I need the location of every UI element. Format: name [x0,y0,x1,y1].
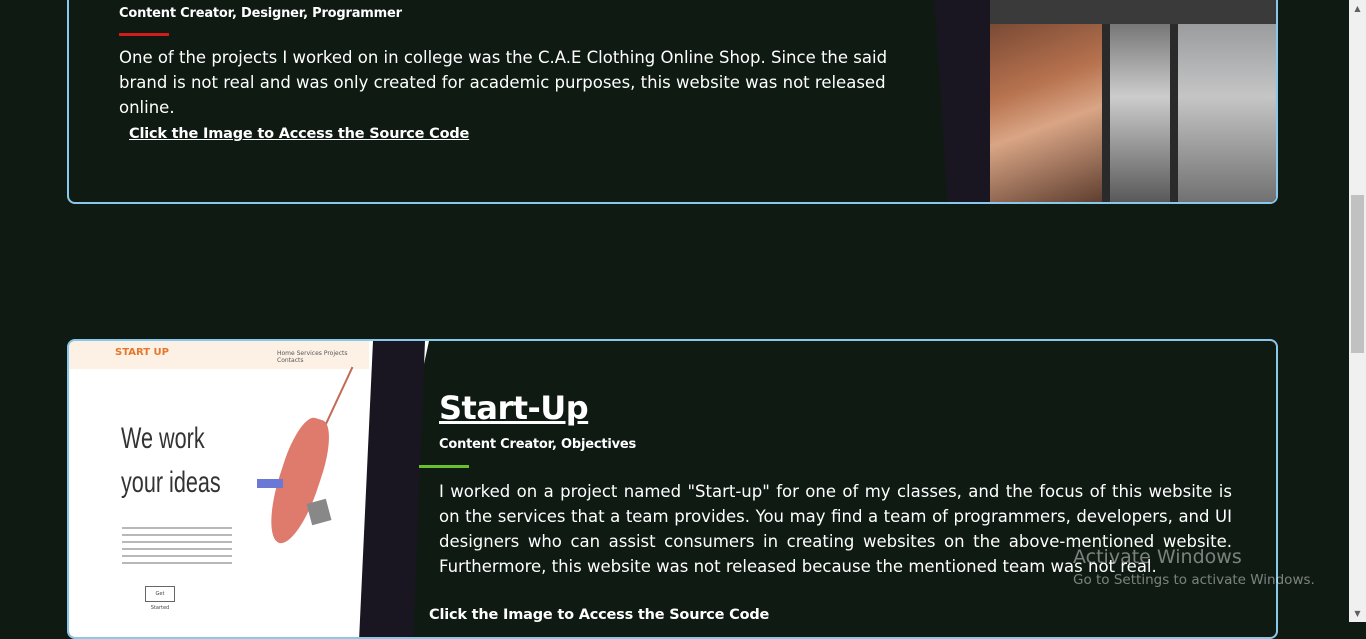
project-roles: Content Creator, Objectives [439,437,637,452]
preview-button: Get Started [145,586,175,611]
triangle-up-icon[interactable]: ▲ [1349,0,1366,17]
model-photo [1110,24,1170,202]
triangle-down-icon[interactable]: ▼ [1349,605,1366,622]
project-roles: Content Creator, Designer, Programmer [119,6,402,21]
scrollbar-thumb[interactable] [1351,195,1364,353]
preview-paragraph [122,527,232,567]
accent-underline [119,33,169,36]
preview-navbar: START UP Home Services Projects Contacts [69,341,369,369]
preview-headline: We work your ideas [121,422,221,499]
accent-underline [419,465,469,468]
page-scrollbar[interactable]: ▲ ▼ [1349,0,1366,622]
source-code-link[interactable]: Click the Image to Access the Source Cod… [429,607,769,623]
project-card-clothing-shop: Content Creator, Designer, Programmer On… [67,0,1278,204]
project-title[interactable]: Start-Up [439,389,589,427]
preview-nav-links: Home Services Projects Contacts [277,350,348,364]
model-photo [1178,24,1276,202]
project-description: One of the projects I worked on in colle… [119,48,888,117]
project-card-startup: START UP Home Services Projects Contacts… [67,339,1278,639]
project-image-clothing-shop[interactable] [990,0,1276,202]
activation-watermark-title: Activate Windows [1073,546,1242,568]
source-code-link[interactable]: Click the Image to Access the Source Cod… [129,126,469,142]
model-photo [990,24,1102,202]
activation-watermark-subtitle: Go to Settings to activate Windows. [1073,572,1315,588]
preview-logo: START UP [115,347,169,358]
